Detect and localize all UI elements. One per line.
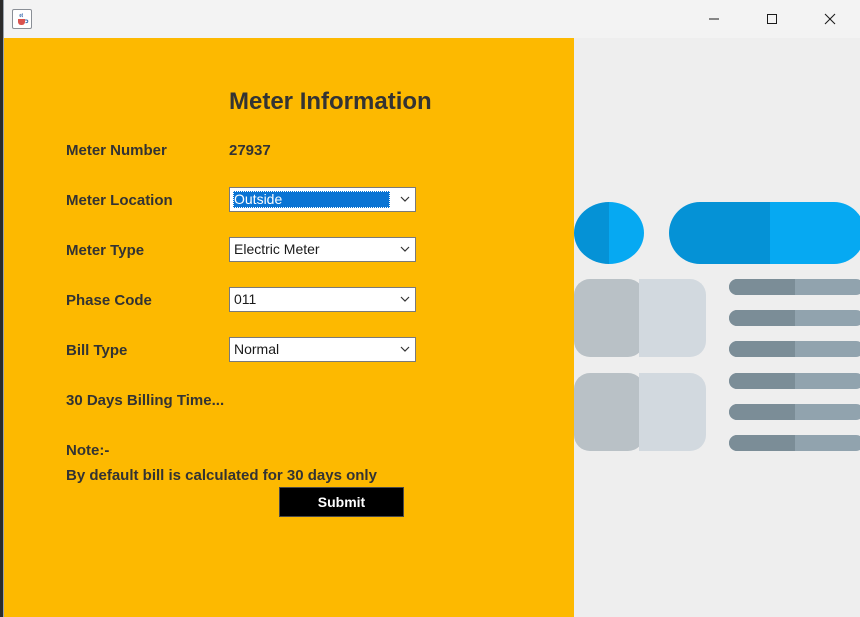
blue-circle-left [574, 202, 609, 264]
blue-circle-right [609, 202, 644, 264]
gray-block-bottom-left [574, 373, 644, 451]
meter-number-label: Meter Number [66, 142, 167, 159]
bill-type-value: Normal [234, 341, 280, 357]
meter-location-select[interactable]: Outside [229, 187, 416, 212]
bill-type-select[interactable]: Normal [229, 337, 416, 362]
chevron-down-icon [400, 346, 410, 352]
submit-button[interactable]: Submit [279, 487, 404, 517]
page-title: Meter Information [229, 88, 432, 115]
close-icon [824, 13, 836, 25]
illustration-panel [574, 38, 860, 617]
note-text: By default bill is calculated for 30 day… [66, 467, 377, 484]
chevron-down-icon [400, 196, 410, 202]
form-panel: Meter Information Meter Number 27937 Met… [4, 38, 574, 617]
meter-location-label: Meter Location [66, 192, 173, 209]
app-window: Meter Information Meter Number 27937 Met… [3, 0, 860, 617]
blue-bar-right [770, 202, 860, 264]
close-button[interactable] [801, 0, 859, 38]
meter-number-value: 27937 [229, 142, 271, 159]
meter-type-label: Meter Type [66, 242, 145, 259]
gray-block-top-mid [639, 279, 659, 357]
meter-illustration [574, 202, 860, 451]
java-cup-icon [12, 9, 32, 29]
chevron-down-icon [400, 296, 410, 302]
minimize-icon [709, 18, 719, 20]
gray-block-top-left [574, 279, 644, 357]
title-bar [4, 0, 860, 38]
minimize-button[interactable] [685, 0, 743, 38]
chevron-down-icon [400, 246, 410, 252]
meter-type-value: Electric Meter [234, 241, 320, 257]
meter-location-value: Outside [233, 191, 390, 208]
blue-bar-left [669, 202, 770, 264]
bill-type-label: Bill Type [66, 342, 128, 359]
gray-lines [729, 279, 860, 451]
maximize-button[interactable] [743, 0, 801, 38]
maximize-icon [767, 14, 777, 24]
phase-code-label: Phase Code [66, 292, 152, 309]
note-title: Note:- [66, 442, 110, 459]
meter-type-select[interactable]: Electric Meter [229, 237, 416, 262]
phase-code-value: 011 [234, 291, 257, 307]
phase-code-select[interactable]: 011 [229, 287, 416, 312]
gray-block-bottom-mid [639, 373, 659, 451]
billing-time-text: 30 Days Billing Time... [66, 392, 225, 409]
